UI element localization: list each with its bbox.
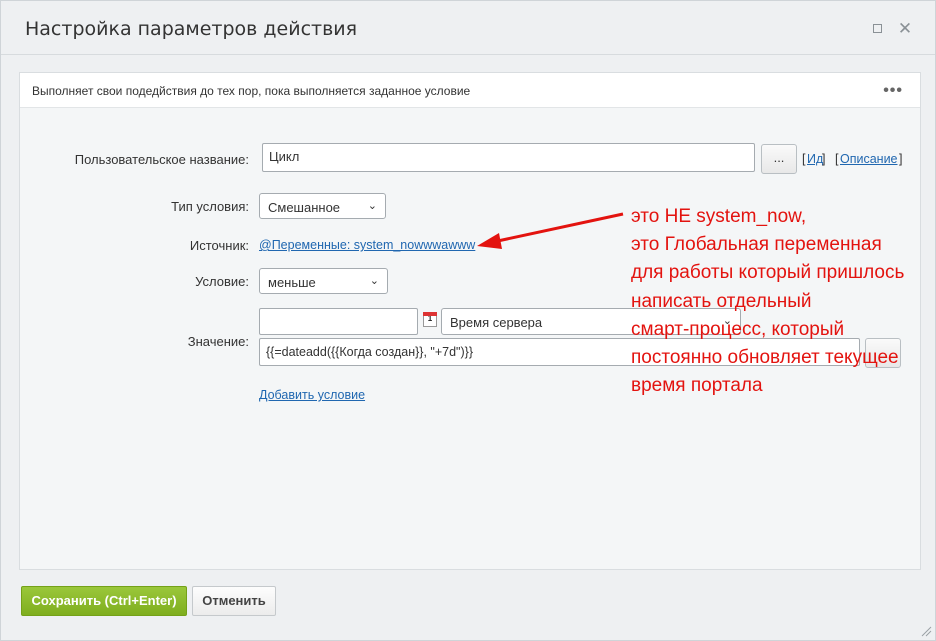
activity-description: Выполняет свои подедйствия до тех пор, п… [32, 84, 471, 98]
custom-name-label: Пользовательское название: [74, 152, 249, 167]
source-variable-link[interactable]: @Переменные: system_nowwwawww [259, 238, 475, 252]
condition-type-label: Тип условия: [171, 199, 249, 214]
condition-select[interactable]: меньше ⌄ [259, 268, 388, 294]
panel-header: Выполняет свои подедйствия до тех пор, п… [20, 73, 920, 108]
custom-name-dots-button[interactable]: ... [761, 144, 797, 174]
dialog-window: Настройка параметров действия ✕ Выполняе… [0, 0, 936, 641]
id-link[interactable]: Ид [807, 152, 823, 166]
value-label: Значение: [187, 334, 249, 349]
condition-label: Условие: [195, 274, 249, 289]
calendar-icon[interactable]: 1 [423, 312, 437, 327]
condition-value: меньше [268, 275, 316, 290]
close-icon[interactable]: ✕ [896, 19, 914, 37]
dialog-title: Настройка параметров действия [25, 18, 358, 40]
timezone-value: Время сервера [450, 315, 543, 330]
condition-type-select[interactable]: Смешанное ⌄ [259, 193, 386, 219]
more-menu-icon[interactable]: ••• [883, 82, 903, 100]
add-condition-link[interactable]: Добавить условие [259, 388, 365, 402]
maximize-icon[interactable] [868, 19, 886, 37]
save-button[interactable]: Сохранить (Ctrl+Enter) [21, 586, 187, 616]
source-label: Источник: [189, 238, 249, 253]
chevron-down-icon: ⌄ [369, 275, 379, 287]
description-link[interactable]: Описание [840, 152, 898, 166]
value-date-input[interactable] [259, 308, 418, 335]
annotation-arrow-icon [477, 212, 624, 249]
condition-type-value: Смешанное [268, 200, 341, 215]
annotation-text: это НЕ system_now, это Глобальная перемен… [631, 206, 905, 397]
resize-handle-icon[interactable] [920, 625, 932, 637]
cancel-button[interactable]: Отменить [192, 586, 276, 616]
dialog-titlebar[interactable]: Настройка параметров действия ✕ [1, 1, 935, 55]
chevron-down-icon: ⌄ [367, 200, 377, 212]
custom-name-input[interactable]: Цикл [262, 143, 755, 172]
